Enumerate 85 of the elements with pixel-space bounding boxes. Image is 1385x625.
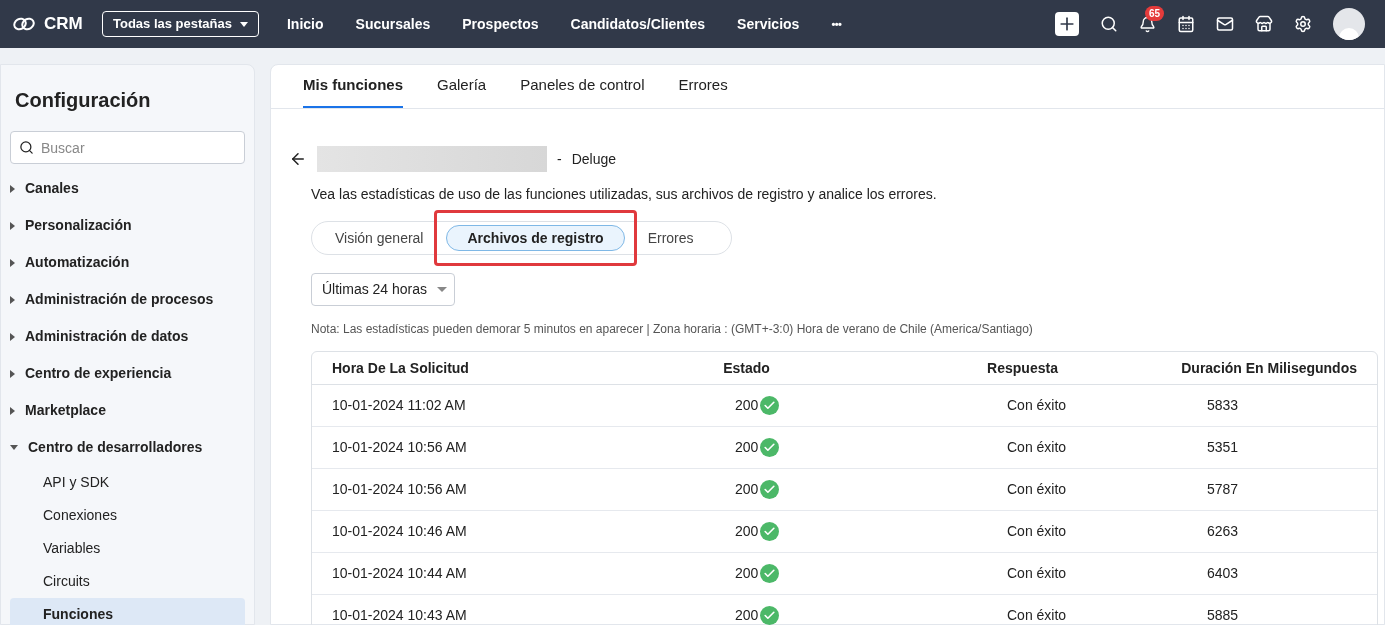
sidebar-section[interactable]: Personalización [10,207,245,244]
caret-icon [10,445,18,450]
nav-link[interactable]: Servicios [737,13,800,35]
caret-icon [10,184,15,193]
sidebar-section[interactable]: Canales [10,170,245,207]
table-cell: 10-01-2024 10:43 AM [332,607,467,623]
table-cell: 6403 [1207,565,1239,581]
table-cell-text: 200 [735,480,759,499]
nav-link[interactable]: Sucursales [355,13,431,35]
nav-link[interactable]: Candidatos/Clientes [570,13,706,35]
tab[interactable]: Mis funciones [303,65,403,108]
table-cell-text: 200 [735,606,759,625]
table-cell-text: 200 [735,522,759,541]
note: Nota: Las estadísticas pueden demorar 5 minutos en aparecer | Zona horaria : (GMT+-3:0) Hora de verano de Chile (America/Santiago) [311,321,1034,338]
column-header: Respuesta [987,358,1059,378]
table-cell: 10-01-2024 10:56 AM [332,481,467,497]
search-icon [19,140,34,155]
language-label: Deluge [571,149,617,169]
sidebar-item[interactable]: Variables [10,532,245,565]
table-cell: Con éxito [1007,523,1067,539]
caret-icon [240,21,248,27]
avatar[interactable] [1333,8,1365,40]
column-header: Estado [723,358,771,378]
column-header: Duración En Milisegundos [1181,358,1357,378]
tab[interactable]: Galería [437,65,487,108]
sidebar-item[interactable]: API y SDK [10,466,245,499]
tab[interactable]: Paneles de control [520,65,645,108]
logo-icon [12,16,36,32]
table-cell: 5351 [1207,439,1239,455]
segment-tab[interactable]: Errores [627,225,714,251]
app-name: CRM [44,13,83,36]
table-cell-text: 200 [735,564,759,583]
more-button[interactable]: ••• [831,15,842,33]
caret-icon [10,369,15,378]
sidebar-item[interactable]: Funciones [10,598,245,625]
separator: - [557,149,562,169]
table-cell: 10-01-2024 10:46 AM [332,523,467,539]
table-cell: 10-01-2024 10:44 AM [332,565,467,581]
table-cell: 5787 [1207,481,1239,497]
period-dropdown[interactable]: Últimas 24 horas [311,273,455,306]
sidebar-section[interactable]: Administración de datos [10,318,245,355]
segment-tab[interactable]: Visión general [315,225,444,251]
caret-icon [437,287,448,292]
table-cell-text: 200 [735,396,759,415]
nav-link[interactable]: Inicio [287,13,324,35]
table-cell: 10-01-2024 10:56 AM [332,439,467,455]
calendar-icon[interactable] [1177,15,1195,33]
table-cell: Con éxito [1007,481,1067,497]
tab[interactable]: Errores [678,65,728,108]
bell-icon[interactable] [1139,15,1156,33]
add-button[interactable] [1055,12,1079,36]
sidebar-title: Configuración [14,88,152,113]
search-icon[interactable] [1100,15,1118,33]
table-cell: Con éxito [1007,397,1067,413]
table-cell: 10-01-2024 11:02 AM [332,397,466,413]
sidebar-item[interactable]: Conexiones [10,499,245,532]
caret-icon [10,295,15,304]
sidebar-section[interactable]: Centro de desarrolladores [10,429,245,466]
sidebar-section[interactable]: Marketplace [10,392,245,429]
table-cell: Con éxito [1007,607,1067,623]
caret-icon [10,258,15,267]
caret-icon [10,221,15,230]
caret-icon [10,406,15,415]
sidebar-item[interactable]: Circuits [10,565,245,598]
notification-badge: 65 [1145,5,1165,21]
column-header: Hora De La Solicitud [332,358,470,378]
table-cell: 5885 [1207,607,1239,623]
tabs-dropdown[interactable]: Todas las pestañas [102,11,259,37]
caret-icon [10,332,15,341]
table-cell: 5833 [1207,397,1239,413]
sidebar-section[interactable]: Administración de procesos [10,281,245,318]
search-field[interactable]: Buscar [10,131,245,164]
back-icon[interactable] [289,150,307,168]
settings-icon[interactable] [1294,15,1312,33]
segment-tab[interactable]: Archivos de registro [446,225,625,251]
sidebar-section[interactable]: Centro de experiencia [10,355,245,392]
description: Vea las estadísticas de uso de las funciones utilizadas, sus archivos de registro y analice los errores. [311,185,938,204]
table-cell: 6263 [1207,523,1239,539]
store-icon[interactable] [1255,15,1273,33]
table-cell: Con éxito [1007,439,1067,455]
sidebar-section[interactable]: Automatización [10,244,245,281]
table-cell-text: 200 [735,438,759,457]
nav-link[interactable]: Prospectos [462,13,539,35]
mail-icon[interactable] [1216,15,1234,33]
table-cell: Con éxito [1007,565,1067,581]
